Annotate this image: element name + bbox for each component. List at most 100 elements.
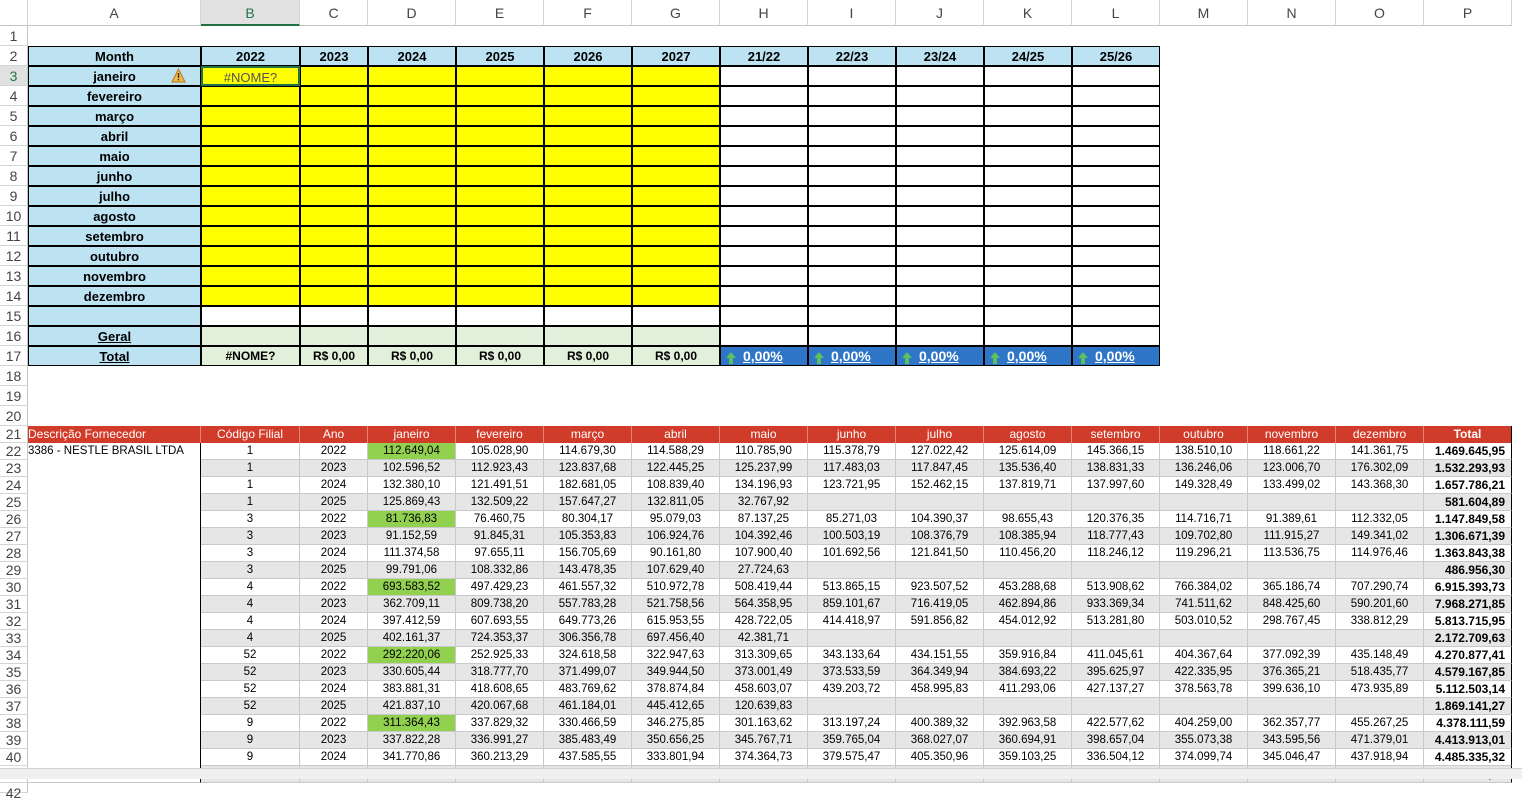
warning-icon[interactable] <box>171 67 186 83</box>
table-cell[interactable]: 471.379,01 <box>1336 732 1424 749</box>
month-value-cell[interactable] <box>456 286 544 306</box>
table-column-header[interactable]: Código Filial <box>201 426 300 443</box>
table-cell[interactable]: 411.045,61 <box>1072 647 1160 664</box>
month-value-cell[interactable] <box>632 166 720 186</box>
table-cell[interactable]: 117.483,03 <box>808 460 896 477</box>
table-cell[interactable]: 359.765,04 <box>808 732 896 749</box>
table-cell[interactable]: 374.364,73 <box>720 749 808 766</box>
table-cell[interactable]: 400.389,32 <box>896 715 984 732</box>
table-cell[interactable]: 145.366,15 <box>1072 443 1160 460</box>
table-column-header[interactable]: novembro <box>1248 426 1336 443</box>
month-value-cell[interactable] <box>632 86 720 106</box>
row-header-28[interactable]: 28 <box>0 545 28 562</box>
period-value-cell[interactable] <box>1072 106 1160 126</box>
supplier-cell[interactable] <box>28 698 201 715</box>
row-header-5[interactable]: 5 <box>0 106 28 126</box>
table-cell[interactable]: 2023 <box>300 732 368 749</box>
month-value-cell[interactable] <box>456 106 544 126</box>
row-header-1[interactable]: 1 <box>0 26 28 46</box>
period-value-cell[interactable] <box>984 226 1072 246</box>
table-cell[interactable]: 2023 <box>300 596 368 613</box>
table-cell[interactable]: 510.972,78 <box>632 579 720 596</box>
table-cell[interactable]: 513.865,15 <box>808 579 896 596</box>
month-value-cell[interactable] <box>544 226 632 246</box>
period-value-cell[interactable] <box>720 226 808 246</box>
table-cell[interactable]: 2022 <box>300 579 368 596</box>
row-header-22[interactable]: 22 <box>0 443 28 460</box>
table-cell[interactable]: 615.953,55 <box>632 613 720 630</box>
period-value-cell[interactable] <box>896 166 984 186</box>
period-value-cell[interactable] <box>720 166 808 186</box>
table-cell[interactable]: 359.103,25 <box>984 749 1072 766</box>
table-cell[interactable]: 132.811,05 <box>632 494 720 511</box>
table-cell[interactable]: 109.702,80 <box>1160 528 1248 545</box>
column-header-h[interactable]: H <box>720 0 808 26</box>
table-cell[interactable]: 156.705,69 <box>544 545 632 562</box>
table-cell[interactable]: 107.900,40 <box>720 545 808 562</box>
month-value-cell[interactable] <box>201 266 300 286</box>
row-header-36[interactable]: 36 <box>0 681 28 698</box>
month-value-cell[interactable] <box>544 166 632 186</box>
month-value-cell[interactable] <box>632 226 720 246</box>
period-value-cell[interactable] <box>808 246 896 266</box>
table-cell[interactable]: 112.649,04 <box>368 443 456 460</box>
row-total-cell[interactable]: 5.112.503,14 <box>1424 681 1512 698</box>
month-value-cell[interactable] <box>632 146 720 166</box>
month-value-cell[interactable] <box>544 286 632 306</box>
supplier-cell[interactable] <box>28 511 201 528</box>
row-total-cell[interactable]: 1.869.141,27 <box>1424 698 1512 715</box>
table-cell[interactable]: 318.777,70 <box>456 664 544 681</box>
month-value-cell[interactable] <box>368 146 456 166</box>
month-value-cell[interactable] <box>201 106 300 126</box>
table-cell[interactable]: 76.460,75 <box>456 511 544 528</box>
column-header-p[interactable]: P <box>1424 0 1512 26</box>
period-value-cell[interactable] <box>808 166 896 186</box>
select-all-corner[interactable] <box>0 0 28 26</box>
table-cell[interactable]: 458.603,07 <box>720 681 808 698</box>
period-value-cell[interactable] <box>1072 206 1160 226</box>
row-header-16[interactable]: 16 <box>0 326 28 346</box>
table-cell[interactable]: 345.046,47 <box>1248 749 1336 766</box>
period-value-cell[interactable] <box>896 266 984 286</box>
geral-cell[interactable] <box>632 326 720 346</box>
table-cell[interactable]: 365.186,74 <box>1248 579 1336 596</box>
table-cell[interactable]: 52 <box>201 681 300 698</box>
period-value-cell[interactable] <box>896 286 984 306</box>
table-cell[interactable]: 343.595,56 <box>1248 732 1336 749</box>
month-value-cell[interactable] <box>300 186 368 206</box>
column-header-l[interactable]: L <box>1072 0 1160 26</box>
table-cell[interactable]: 422.335,95 <box>1160 664 1248 681</box>
period-value-cell[interactable] <box>984 266 1072 286</box>
period-value-cell[interactable] <box>720 86 808 106</box>
table-cell[interactable]: 157.647,27 <box>544 494 632 511</box>
blank-cell[interactable] <box>808 306 896 326</box>
period-percent-cell[interactable]: 0,00% <box>720 346 808 366</box>
table-cell[interactable] <box>1160 494 1248 511</box>
table-cell[interactable]: 141.361,75 <box>1336 443 1424 460</box>
table-cell[interactable]: 557.783,28 <box>544 596 632 613</box>
blank-cell[interactable] <box>201 306 300 326</box>
table-cell[interactable]: 114.976,46 <box>1336 545 1424 562</box>
table-cell[interactable]: 182.681,05 <box>544 477 632 494</box>
month-value-cell[interactable] <box>300 246 368 266</box>
table-cell[interactable]: 120.639,83 <box>720 698 808 715</box>
table-cell[interactable] <box>896 494 984 511</box>
table-column-header[interactable]: dezembro <box>1336 426 1424 443</box>
row-header-11[interactable]: 11 <box>0 226 28 246</box>
column-header-f[interactable]: F <box>544 0 632 26</box>
supplier-cell[interactable] <box>28 596 201 613</box>
period-value-cell[interactable] <box>720 66 808 86</box>
table-cell[interactable]: 2024 <box>300 613 368 630</box>
period-value-cell[interactable] <box>984 286 1072 306</box>
month-value-cell[interactable] <box>300 206 368 226</box>
table-cell[interactable]: 859.101,67 <box>808 596 896 613</box>
table-cell[interactable]: 2024 <box>300 681 368 698</box>
supplier-cell[interactable] <box>28 579 201 596</box>
table-column-header[interactable]: maio <box>720 426 808 443</box>
table-cell[interactable]: 411.293,06 <box>984 681 1072 698</box>
table-cell[interactable] <box>1336 698 1424 715</box>
table-cell[interactable] <box>1336 630 1424 647</box>
supplier-cell[interactable] <box>28 494 201 511</box>
table-cell[interactable]: 343.133,64 <box>808 647 896 664</box>
table-column-header[interactable]: setembro <box>1072 426 1160 443</box>
